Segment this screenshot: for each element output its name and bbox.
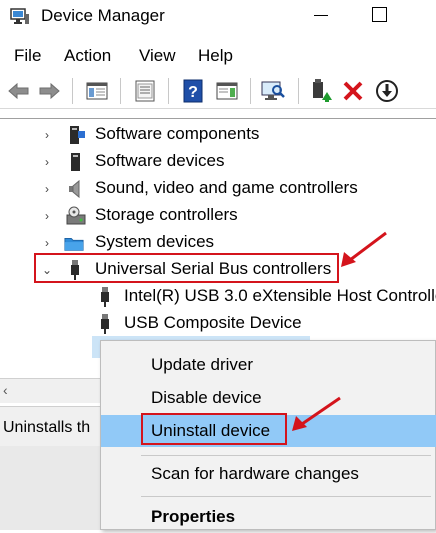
toolbar-separator [120, 78, 121, 104]
menu-item-properties[interactable]: Properties [101, 501, 436, 533]
tree-item-software-components[interactable]: › Software components [0, 121, 436, 148]
help-icon[interactable]: ? [180, 78, 206, 104]
menu-separator [141, 496, 431, 497]
menu-action[interactable]: Action [64, 45, 111, 67]
chevron-right-icon[interactable]: › [40, 128, 54, 142]
update-driver-icon[interactable] [308, 78, 334, 104]
back-arrow-icon[interactable] [6, 78, 32, 104]
tree-item-label: USB Composite Device [124, 313, 302, 332]
annotation-highlight-box [141, 413, 287, 445]
menu-item-update-driver[interactable]: Update driver [101, 349, 436, 381]
tree-item-system-devices[interactable]: › System devices [0, 229, 436, 256]
status-text: Uninstalls th [3, 419, 91, 436]
chevron-right-icon[interactable]: › [40, 236, 54, 250]
software-components-icon [70, 126, 85, 144]
maximize-button[interactable] [358, 0, 404, 32]
menu-item-label: Properties [151, 507, 236, 526]
tree-item-label: System devices [95, 232, 215, 251]
menu-bar: File Action View Help [0, 42, 436, 70]
software-devices-icon [71, 153, 80, 171]
tree-item-label: Software devices [95, 151, 225, 170]
usb-plug-icon [101, 287, 109, 307]
action-pane-icon[interactable] [214, 78, 240, 104]
title-bar: Device Manager [0, 0, 436, 34]
annotation-highlight-box [34, 253, 339, 283]
tree-item-label: Software components [95, 124, 260, 143]
menu-item-disable-device[interactable]: Disable device [101, 382, 436, 414]
minimize-button[interactable] [300, 0, 346, 32]
tree-item-storage[interactable]: › Storage controllers [0, 202, 436, 229]
toolbar-separator [72, 78, 73, 104]
menu-view[interactable]: View [139, 45, 176, 67]
folder-icon [64, 238, 84, 251]
tree-child-usb-composite[interactable]: USB Composite Device [0, 310, 436, 337]
chevron-right-icon[interactable]: › [40, 182, 54, 196]
tree-item-label: Storage controllers [95, 205, 238, 224]
menu-item-label: Disable device [151, 388, 262, 407]
usb-plug-icon [101, 314, 109, 334]
scan-hardware-icon[interactable] [260, 78, 286, 104]
show-hide-console-tree-icon[interactable] [84, 78, 110, 104]
menu-item-label: Scan for hardware changes [151, 464, 359, 483]
disable-device-icon[interactable] [374, 78, 400, 104]
toolbar-separator [250, 78, 251, 104]
menu-file[interactable]: File [14, 45, 41, 67]
properties-icon[interactable] [132, 78, 158, 104]
chevron-right-icon[interactable]: › [40, 155, 54, 169]
tree-item-sound[interactable]: › Sound, video and game controllers [0, 175, 436, 202]
scroll-left-icon[interactable]: ‹ [3, 383, 17, 397]
tree-item-software-devices[interactable]: › Software devices [0, 148, 436, 175]
uninstall-x-icon[interactable] [340, 78, 366, 104]
toolbar-separator [298, 78, 299, 104]
device-manager-icon [10, 8, 29, 24]
tree-child-intel-usb[interactable]: Intel(R) USB 3.0 eXtensible Host Control… [0, 283, 436, 310]
toolbar-separator [168, 78, 169, 104]
storage-icon [66, 206, 86, 225]
forward-arrow-icon[interactable] [36, 78, 62, 104]
window-title: Device Manager [41, 6, 165, 25]
speaker-icon [69, 179, 80, 199]
tree-item-label: Intel(R) USB 3.0 eXtensible Host Control… [124, 286, 436, 305]
menu-separator [141, 455, 431, 456]
menu-item-label: Update driver [151, 355, 254, 374]
menu-item-scan-hardware[interactable]: Scan for hardware changes [101, 458, 436, 490]
svg-text:?: ? [188, 84, 198, 101]
chevron-right-icon[interactable]: › [40, 209, 54, 223]
tree-item-label: Sound, video and game controllers [95, 178, 358, 197]
toolbar: ? [0, 74, 436, 109]
menu-help[interactable]: Help [198, 45, 233, 67]
